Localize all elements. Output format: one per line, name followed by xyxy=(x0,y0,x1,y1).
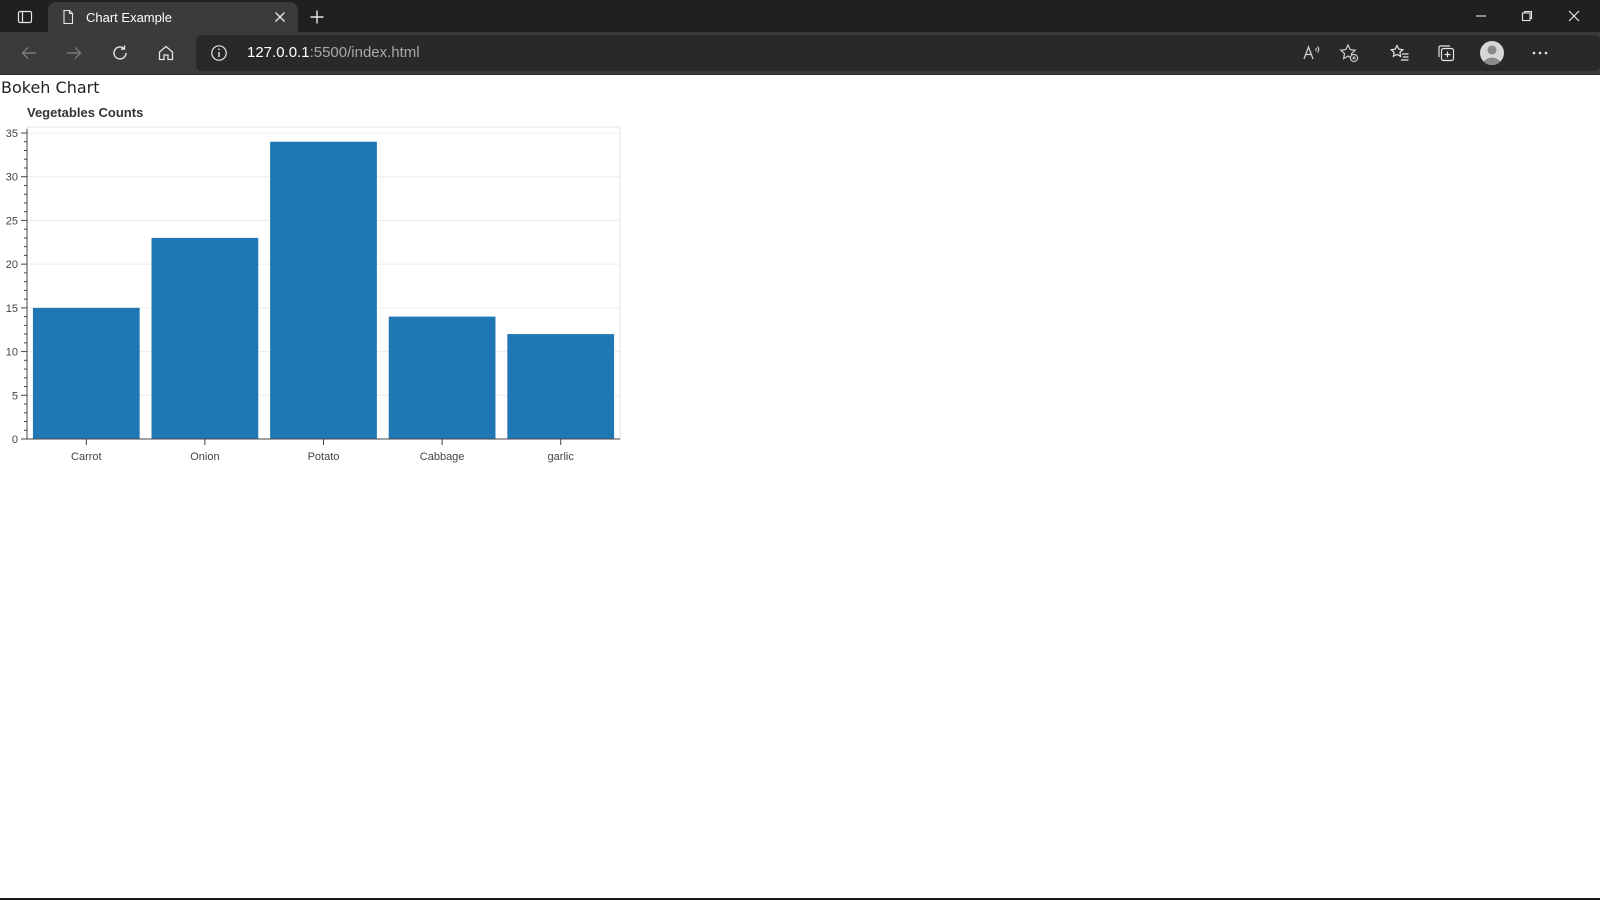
more-icon xyxy=(1532,51,1548,55)
forward-button[interactable] xyxy=(58,37,90,69)
y-tick-label: 15 xyxy=(6,303,18,315)
y-tick-label: 10 xyxy=(6,347,18,359)
y-tick-label: 35 xyxy=(6,128,18,140)
site-info-icon[interactable] xyxy=(210,44,228,62)
bar-garlic[interactable] xyxy=(507,334,615,439)
chart-title: Vegetables Counts xyxy=(27,105,143,120)
minimize-button[interactable] xyxy=(1458,0,1504,32)
browser-toolbar: 127.0.0.1:5500/index.html xyxy=(0,32,1600,74)
page-icon xyxy=(60,9,76,25)
x-tick-label: garlic xyxy=(548,451,575,463)
y-tick-label: 25 xyxy=(6,215,18,227)
x-tick-label: Carrot xyxy=(71,451,102,463)
x-tick-label: Onion xyxy=(190,451,219,463)
x-tick-label: Cabbage xyxy=(420,451,465,463)
back-arrow-icon xyxy=(21,47,36,59)
collections-icon xyxy=(1438,45,1455,62)
chart-canvas: Vegetables Counts 0 5 10 15 20 25 30 35 Carrot On… xyxy=(6,105,621,463)
more-button[interactable] xyxy=(1524,37,1556,69)
title-bar: Chart Example xyxy=(0,0,1600,32)
restore-icon xyxy=(1521,10,1533,22)
new-tab-button[interactable] xyxy=(302,3,332,31)
add-favorite-button[interactable] xyxy=(1333,37,1365,69)
y-tick-label: 30 xyxy=(6,172,18,184)
bar-potato[interactable] xyxy=(270,141,377,439)
toolbar-divider xyxy=(0,74,1600,75)
collections-button[interactable] xyxy=(1430,37,1462,69)
browser-tab[interactable]: Chart Example xyxy=(48,2,298,32)
y-tick-label: 0 xyxy=(12,434,18,446)
refresh-button[interactable] xyxy=(104,37,136,69)
read-aloud-icon xyxy=(1303,45,1320,60)
home-icon xyxy=(158,45,174,61)
x-tick-label: Potato xyxy=(308,451,340,463)
y-tick-label: 20 xyxy=(6,259,18,271)
bar-chart: Vegetables Counts 0 5 10 15 20 25 30 35 Carrot On… xyxy=(0,100,640,480)
url-host: 127.0.0.1 xyxy=(247,44,310,61)
url-path: :5500/index.html xyxy=(309,44,420,61)
tab-actions-icon xyxy=(17,10,33,24)
bars xyxy=(32,141,615,439)
window-close-button[interactable] xyxy=(1551,0,1597,32)
url-text[interactable]: 127.0.0.1:5500/index.html xyxy=(247,44,420,61)
favorites-button[interactable] xyxy=(1384,37,1416,69)
favorites-icon xyxy=(1390,44,1409,61)
tab-actions-button[interactable] xyxy=(8,4,42,30)
bar-cabbage[interactable] xyxy=(388,316,496,439)
read-aloud-button[interactable] xyxy=(1296,37,1328,69)
close-icon xyxy=(1568,10,1580,22)
plus-icon xyxy=(310,10,324,24)
tab-close-button[interactable] xyxy=(266,3,294,31)
close-icon xyxy=(275,12,285,22)
home-button[interactable] xyxy=(150,37,182,69)
minimize-icon xyxy=(1476,15,1486,17)
back-button[interactable] xyxy=(13,37,45,69)
forward-arrow-icon xyxy=(67,47,82,59)
restore-button[interactable] xyxy=(1504,0,1550,32)
bar-onion[interactable] xyxy=(151,237,259,439)
refresh-icon xyxy=(113,45,127,60)
page-title: Bokeh Chart xyxy=(1,78,100,97)
y-tick-label: 5 xyxy=(12,390,18,402)
profile-icon xyxy=(1480,41,1504,66)
add-favorite-icon xyxy=(1339,43,1359,63)
profile-button[interactable] xyxy=(1476,37,1508,69)
bar-carrot[interactable] xyxy=(32,307,140,439)
tab-title: Chart Example xyxy=(86,9,172,25)
